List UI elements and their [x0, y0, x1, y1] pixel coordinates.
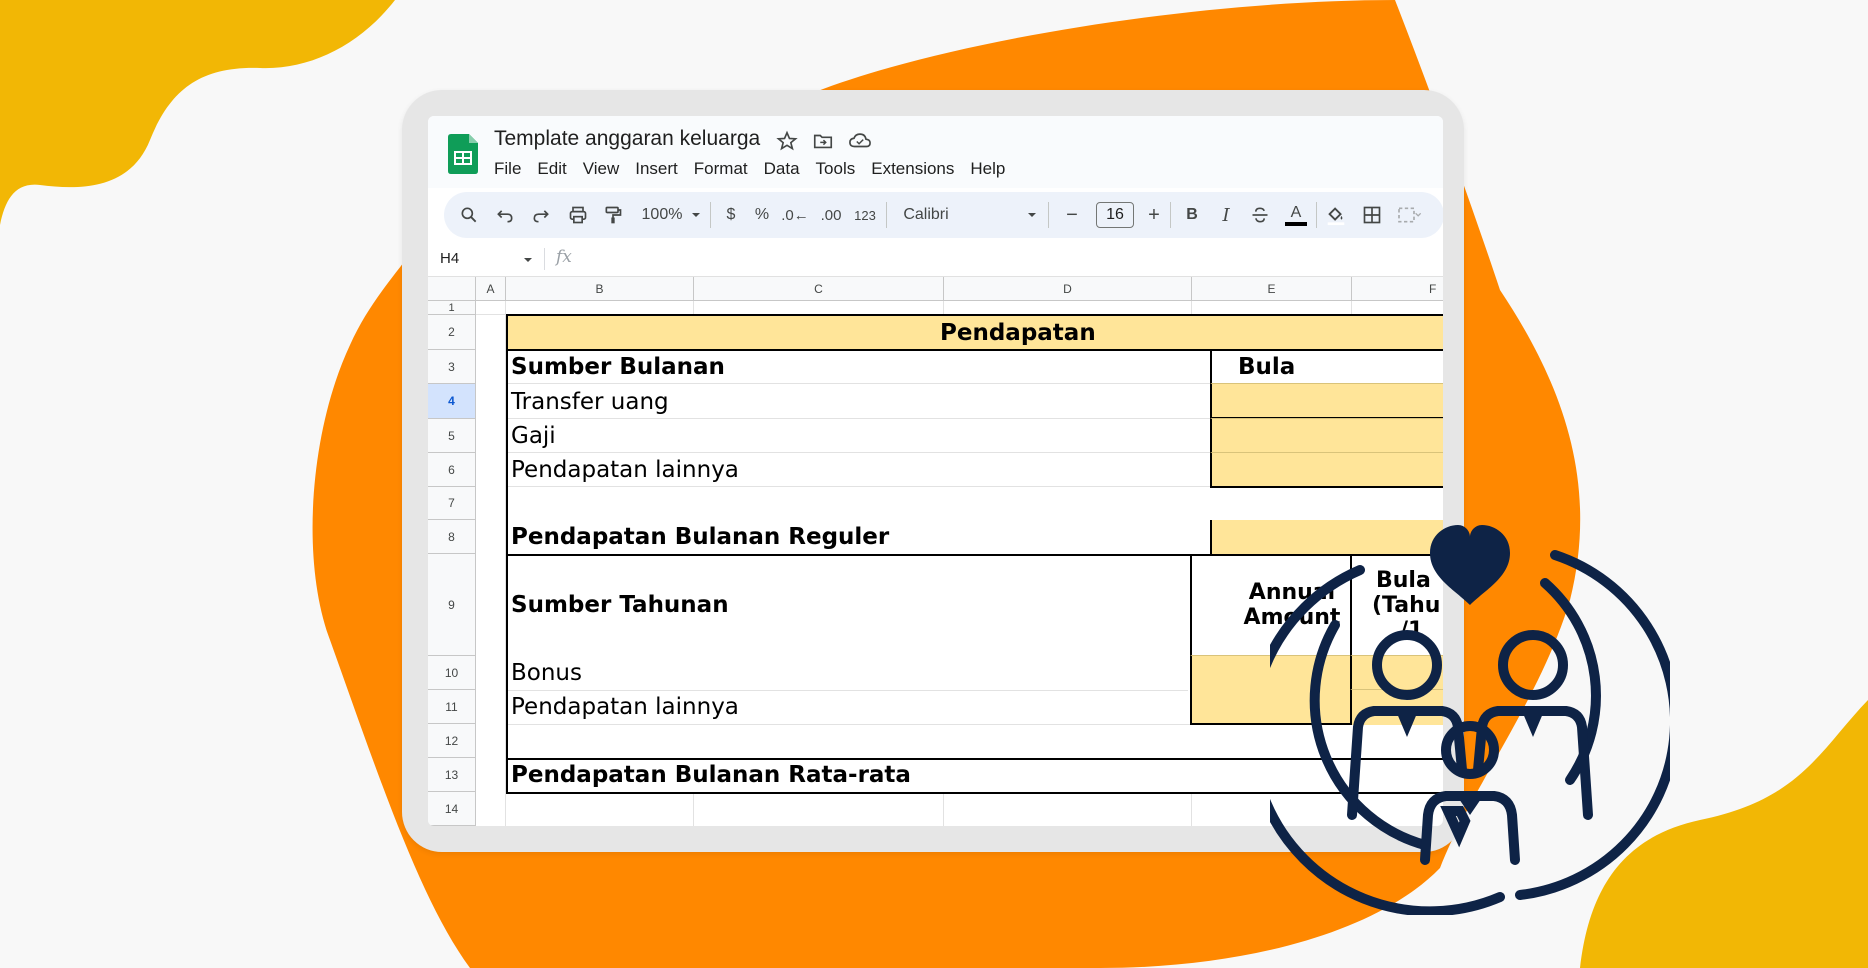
font-size-input[interactable]: 16 — [1096, 202, 1134, 228]
income-section-header[interactable]: Pendapatan — [506, 314, 1443, 351]
menu-extensions[interactable]: Extensions — [871, 159, 964, 179]
gridline — [1351, 301, 1352, 315]
italic-button[interactable]: I — [1214, 192, 1238, 238]
gridline — [943, 792, 944, 826]
chevron-down-icon[interactable] — [688, 192, 704, 238]
row-header-3[interactable]: 3 — [428, 350, 476, 384]
document-title[interactable]: Template anggaran keluarga — [494, 127, 760, 151]
column-header-f[interactable]: F — [1352, 277, 1443, 301]
family-heart-icon — [1270, 525, 1670, 915]
search-icon[interactable] — [458, 192, 480, 238]
move-to-folder-icon[interactable] — [812, 130, 834, 152]
annual-item[interactable]: Pendapatan lainnya — [506, 690, 1186, 724]
merge-cells-icon[interactable] — [1394, 192, 1424, 238]
menu-edit[interactable]: Edit — [537, 159, 576, 179]
menu-file[interactable]: File — [494, 159, 531, 179]
currency-button[interactable]: $ — [720, 192, 742, 238]
row-header-6[interactable]: 6 — [428, 453, 476, 487]
row-header-1[interactable]: 1 — [428, 301, 476, 315]
redo-icon[interactable] — [530, 192, 552, 238]
column-header-d[interactable]: D — [944, 277, 1192, 301]
select-all-corner[interactable] — [428, 277, 476, 301]
toolbar-divider — [1316, 202, 1317, 228]
yellow-blob-top-left — [0, 0, 395, 225]
paint-format-icon[interactable] — [602, 192, 624, 238]
text-color-button[interactable]: A — [1284, 192, 1308, 238]
fill-color-icon[interactable] — [1324, 192, 1348, 238]
gridline — [1191, 301, 1192, 315]
row-header-11[interactable]: 11 — [428, 690, 476, 724]
toolbar: 100% $ % .0← .00 123 Calibri − 16 + B I … — [444, 192, 1443, 238]
toolbar-divider — [1170, 202, 1171, 228]
fx-icon: fx — [556, 247, 572, 267]
row-header-4[interactable]: 4 — [428, 384, 476, 419]
menu-view[interactable]: View — [583, 159, 630, 179]
row-header-7[interactable]: 7 — [428, 487, 476, 520]
row-header-8[interactable]: 8 — [428, 520, 476, 554]
gridline — [693, 301, 694, 315]
monthly-value-cell[interactable] — [1210, 452, 1443, 488]
column-header-e[interactable]: E — [1192, 277, 1352, 301]
name-box[interactable]: H4 — [440, 250, 459, 267]
monthly-value-cell[interactable] — [1210, 418, 1443, 453]
number-format-button[interactable]: 123 — [850, 192, 880, 238]
row-header-13[interactable]: 13 — [428, 758, 476, 792]
gridline — [693, 792, 694, 826]
row-header-2[interactable]: 2 — [428, 315, 476, 350]
menu-bar: File Edit View Insert Format Data Tools … — [494, 159, 1021, 179]
toolbar-divider — [710, 202, 711, 228]
undo-icon[interactable] — [494, 192, 516, 238]
bold-button[interactable]: B — [1180, 192, 1204, 238]
zoom-select[interactable]: 100% — [636, 192, 688, 238]
monthly-item[interactable]: Pendapatan lainnya — [506, 453, 1206, 487]
font-select[interactable]: Calibri — [896, 192, 956, 238]
column-header-b[interactable]: B — [506, 277, 694, 301]
row-header-10[interactable]: 10 — [428, 656, 476, 690]
row-header-14[interactable]: 14 — [428, 792, 476, 826]
decrease-decimal-button[interactable]: .0← — [781, 192, 809, 238]
cloud-saved-icon[interactable] — [848, 130, 871, 152]
print-icon[interactable] — [566, 192, 590, 238]
chevron-down-icon[interactable] — [1024, 192, 1040, 238]
strikethrough-icon[interactable] — [1248, 192, 1272, 238]
formula-divider — [544, 248, 545, 270]
borders-icon[interactable] — [1360, 192, 1384, 238]
gridline — [1191, 792, 1192, 826]
column-header-a[interactable]: A — [476, 277, 506, 301]
google-sheets-logo[interactable] — [448, 134, 478, 174]
column-header-c[interactable]: C — [694, 277, 944, 301]
chevron-down-icon[interactable] — [522, 254, 534, 266]
annual-item[interactable]: Bonus — [506, 656, 1186, 690]
row-header-5[interactable]: 5 — [428, 419, 476, 453]
gridline — [943, 301, 944, 315]
menu-help[interactable]: Help — [970, 159, 1015, 179]
heart-icon — [1430, 525, 1510, 605]
increase-font-size-button[interactable]: + — [1142, 192, 1166, 238]
percent-button[interactable]: % — [750, 192, 774, 238]
formula-bar: H4 fx — [428, 242, 1443, 277]
monthly-item[interactable]: Gaji — [506, 419, 1206, 453]
row-header-9[interactable]: 9 — [428, 554, 476, 656]
annual-sources-label[interactable]: Sumber Tahunan — [506, 554, 1196, 656]
menu-insert[interactable]: Insert — [635, 159, 688, 179]
monthly-item[interactable]: Transfer uang — [506, 384, 1206, 419]
monthly-column-header[interactable]: Bula — [1210, 350, 1443, 384]
increase-decimal-button[interactable]: .00 — [816, 192, 846, 238]
star-icon[interactable] — [776, 130, 798, 152]
text-color-bar — [1285, 222, 1307, 226]
monthly-sources-label[interactable]: Sumber Bulanan — [506, 350, 1216, 384]
text-color-letter: A — [1290, 204, 1302, 221]
menu-tools[interactable]: Tools — [816, 159, 866, 179]
toolbar-divider — [1048, 202, 1049, 228]
blank-cell[interactable] — [506, 487, 1206, 520]
decrease-font-size-button[interactable]: − — [1060, 192, 1084, 238]
menu-format[interactable]: Format — [694, 159, 758, 179]
toolbar-divider — [886, 202, 887, 228]
menu-data[interactable]: Data — [764, 159, 810, 179]
title-area: Template anggaran keluarga File Edit Vie… — [428, 116, 1443, 188]
row-header-12[interactable]: 12 — [428, 724, 476, 758]
monthly-value-cell[interactable] — [1210, 383, 1443, 419]
